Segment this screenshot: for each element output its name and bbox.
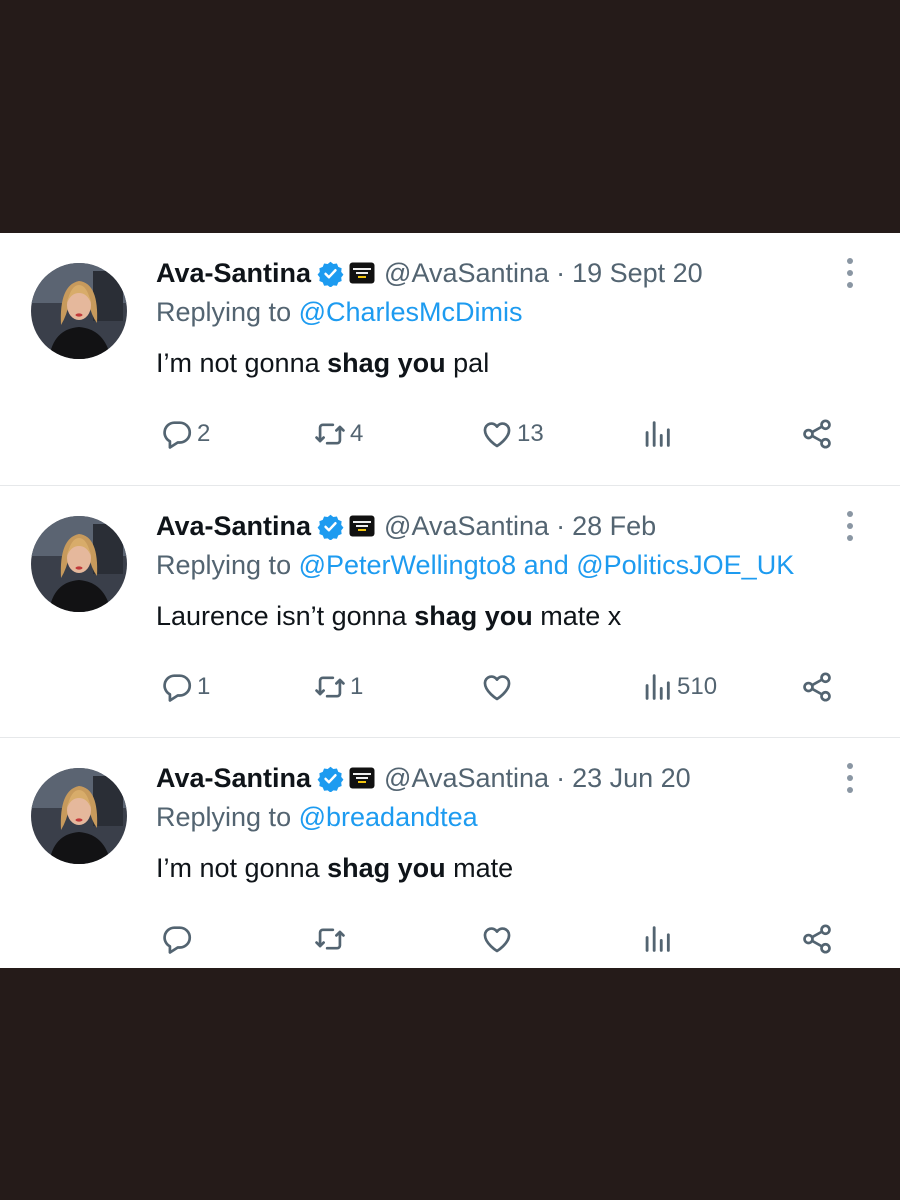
tweet-text-part: mate: [445, 853, 514, 883]
display-name[interactable]: Ava-Santina: [156, 258, 311, 289]
politics-joe-affiliate-icon[interactable]: [349, 262, 375, 284]
views-bar-chart-icon: [645, 926, 670, 952]
reply-button[interactable]: 1: [160, 669, 210, 705]
timestamp[interactable]: 23 Jun 20: [572, 763, 691, 794]
reply-bubble-icon: [163, 926, 192, 954]
tweet-text-bold: shag you: [327, 348, 446, 378]
mention-joiner: and: [523, 550, 569, 580]
tweet-header: Ava-Santina @AvaSantina · 28 Feb: [156, 506, 656, 546]
replying-to-label: Replying to: [156, 550, 292, 580]
mention-link[interactable]: @PoliticsJOE_UK: [576, 550, 794, 580]
replying-to-line: Replying to @breadandtea: [156, 802, 478, 833]
view-count: 510: [677, 673, 718, 700]
avatar[interactable]: [31, 263, 127, 359]
tweet-list-panel: Ava-Santina @AvaSantina · 19 Sept 20 Rep…: [0, 233, 900, 968]
share-icon: [803, 419, 831, 449]
tweet-text: I’m not gonna shag you pal: [156, 348, 489, 379]
share-button[interactable]: [800, 416, 834, 452]
retweet-count: 4: [350, 420, 364, 447]
retweet-icon: [315, 423, 345, 445]
reply-count: 1: [197, 673, 211, 700]
verified-badge-icon: [317, 514, 344, 540]
retweet-button[interactable]: [313, 921, 350, 957]
replying-to-line: Replying to @PeterWellingto8 and @Politi…: [156, 550, 794, 581]
share-icon: [803, 924, 831, 954]
tweet-header: Ava-Santina @AvaSantina · 19 Sept 20: [156, 253, 703, 293]
like-button[interactable]: 13: [480, 416, 544, 452]
like-count: 13: [517, 420, 544, 447]
avatar[interactable]: [31, 516, 127, 612]
retweet-button[interactable]: 1: [313, 669, 363, 705]
reply-count: 2: [197, 420, 211, 447]
share-button[interactable]: [800, 921, 834, 957]
retweet-count: 1: [350, 673, 364, 700]
more-vertical-icon[interactable]: [842, 760, 858, 796]
more-vertical-icon[interactable]: [842, 508, 858, 544]
views-button[interactable]: [640, 416, 677, 452]
retweet-button[interactable]: 4: [313, 416, 363, 452]
reply-button[interactable]: [160, 921, 197, 957]
mention-link[interactable]: @PeterWellingto8: [299, 550, 517, 580]
tweet-header: Ava-Santina @AvaSantina · 23 Jun 20: [156, 758, 691, 798]
separator-dot: ·: [556, 762, 566, 793]
share-icon: [803, 672, 831, 702]
replying-to-label: Replying to: [156, 802, 292, 832]
tweet-card[interactable]: Ava-Santina @AvaSantina · 28 Feb Replyin…: [0, 485, 900, 738]
replying-to-label: Replying to: [156, 297, 292, 327]
verified-badge-icon: [317, 766, 344, 792]
tweet-text-part: pal: [445, 348, 490, 378]
display-name[interactable]: Ava-Santina: [156, 511, 311, 542]
more-vertical-icon[interactable]: [842, 255, 858, 291]
politics-joe-affiliate-icon[interactable]: [349, 515, 375, 537]
handle[interactable]: @AvaSantina: [384, 258, 549, 289]
display-name[interactable]: Ava-Santina: [156, 763, 311, 794]
retweet-icon: [315, 928, 345, 950]
mention-link[interactable]: @breadandtea: [299, 802, 478, 832]
handle[interactable]: @AvaSantina: [384, 763, 549, 794]
heart-icon: [483, 422, 511, 448]
mention-link[interactable]: @CharlesMcDimis: [299, 297, 523, 327]
tweet-text-bold: shag you: [414, 601, 533, 631]
avatar[interactable]: [31, 768, 127, 864]
tweet-text-part: Laurence isn’t gonna: [156, 601, 415, 631]
tweet-text: Laurence isn’t gonna shag you mate x: [156, 601, 621, 632]
views-bar-chart-icon: [645, 421, 670, 447]
timestamp[interactable]: 28 Feb: [572, 511, 656, 542]
tweet-text-part: mate x: [532, 601, 622, 631]
tweet-card[interactable]: Ava-Santina @AvaSantina · 23 Jun 20 Repl…: [0, 737, 900, 990]
tweet-card[interactable]: Ava-Santina @AvaSantina · 19 Sept 20 Rep…: [0, 233, 900, 485]
heart-icon: [483, 675, 511, 701]
replying-to-line: Replying to @CharlesMcDimis: [156, 297, 523, 328]
like-button[interactable]: [480, 669, 517, 705]
tweet-text-bold: shag you: [327, 853, 446, 883]
verified-badge-icon: [317, 261, 344, 287]
share-button[interactable]: [800, 669, 834, 705]
handle[interactable]: @AvaSantina: [384, 511, 549, 542]
like-button[interactable]: [480, 921, 517, 957]
politics-joe-affiliate-icon[interactable]: [349, 767, 375, 789]
separator-dot: ·: [556, 510, 566, 541]
reply-bubble-icon: [163, 674, 192, 702]
separator-dot: ·: [556, 257, 566, 288]
reply-button[interactable]: 2: [160, 416, 210, 452]
tweet-text-part: I’m not gonna: [156, 853, 328, 883]
tweet-text: I’m not gonna shag you mate: [156, 853, 513, 884]
views-button[interactable]: [640, 921, 677, 957]
views-bar-chart-icon: [645, 674, 670, 700]
heart-icon: [483, 927, 511, 953]
tweet-text-part: I’m not gonna: [156, 348, 328, 378]
reply-bubble-icon: [163, 421, 192, 449]
retweet-icon: [315, 676, 345, 698]
timestamp[interactable]: 19 Sept 20: [572, 258, 703, 289]
views-button[interactable]: 510: [640, 669, 717, 705]
